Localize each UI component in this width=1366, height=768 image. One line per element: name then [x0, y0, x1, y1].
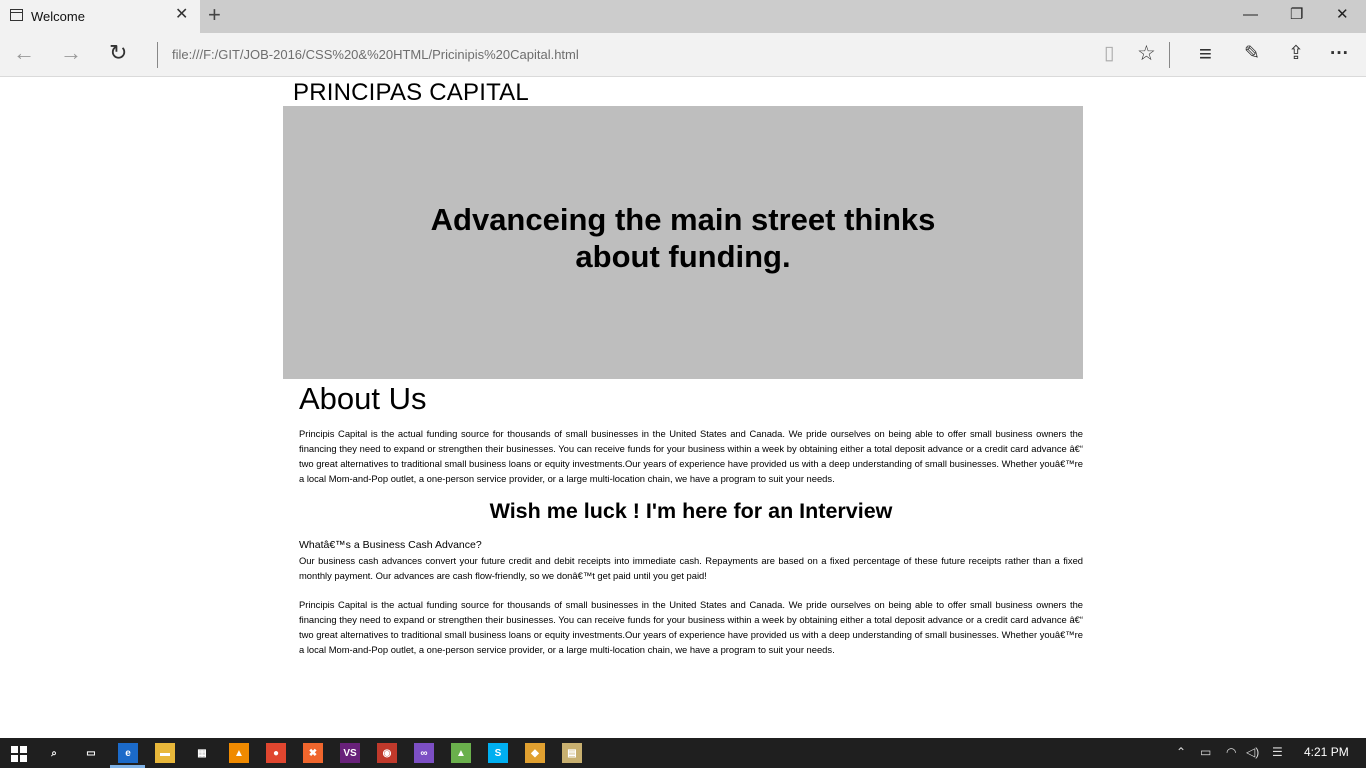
brand-title: PRINCIPAS CAPITAL	[293, 79, 529, 106]
navigation-bar: ← → ↻ file:///F:/GIT/JOB-2016/CSS%20&%20…	[0, 33, 1366, 77]
hero-title: Advanceing the main street thinks about …	[430, 201, 936, 274]
vlc-icon[interactable]: ▲	[229, 743, 249, 763]
tab-welcome[interactable]: Welcome ✕	[0, 0, 200, 33]
close-window-icon[interactable]: ✕	[1336, 6, 1349, 24]
chrome-icon[interactable]: ●	[266, 743, 286, 763]
skype-icon[interactable]: S	[488, 743, 508, 763]
more-icon[interactable]: ···	[1330, 43, 1349, 65]
tab-bar: Welcome ✕ + — ❐ ✕	[0, 0, 1366, 33]
notepad-icon[interactable]: ▤	[562, 743, 582, 763]
address-separator	[157, 42, 158, 68]
tab-title: Welcome	[31, 9, 85, 24]
volume-icon[interactable]: ◁)	[1246, 745, 1259, 759]
about-paragraph: Principis Capital is the actual funding …	[299, 428, 1083, 484]
hub-icon[interactable]: ≡	[1199, 43, 1212, 65]
battery-icon[interactable]: ▭	[1200, 745, 1211, 759]
xampp-icon[interactable]: ✖	[303, 743, 323, 763]
address-bar[interactable]: file:///F:/GIT/JOB-2016/CSS%20&%20HTML/P…	[172, 47, 579, 62]
reading-view-icon[interactable]: ▯	[1104, 43, 1114, 65]
toolbar-separator	[1169, 42, 1170, 68]
store-icon[interactable]: ▦	[192, 743, 212, 763]
file-explorer-icon[interactable]: ▬	[155, 743, 175, 763]
hero-banner: Advanceing the main street thinks about …	[283, 106, 1083, 379]
notifications-icon[interactable]: ☰	[1272, 745, 1283, 759]
task-view-icon[interactable]: ▭	[81, 743, 101, 763]
app-red-icon[interactable]: ◉	[377, 743, 397, 763]
sourcetree-icon[interactable]: ◆	[525, 743, 545, 763]
back-icon[interactable]: ←	[13, 42, 35, 64]
interview-heading: Wish me luck ! I'm here for an Interview	[489, 499, 893, 523]
start-windows-icon[interactable]	[11, 746, 27, 762]
refresh-icon[interactable]: ↻	[109, 42, 127, 64]
visual-studio-icon[interactable]: ∞	[414, 743, 434, 763]
search-icon[interactable]: ⌕	[44, 743, 64, 763]
wifi-icon[interactable]: ◠	[1226, 745, 1236, 759]
edge-icon[interactable]: e	[118, 743, 138, 763]
restore-icon[interactable]: ❐	[1290, 6, 1303, 24]
taskbar: ⌕ ▭ e ▬ ▦ ▲ ● ✖ VS ◉ ∞ ▲ S ◆ ▤ ⌃ ▭ ◠ ◁) ☰ 4:21 PM	[0, 738, 1366, 768]
favorite-star-icon[interactable]: ☆	[1137, 43, 1156, 65]
web-note-icon[interactable]: ✎	[1244, 43, 1260, 65]
vs-icon[interactable]: VS	[340, 743, 360, 763]
forward-icon[interactable]: →	[60, 42, 82, 64]
cash-advance-title: Whatâ€™s a Business Cash Advance?	[299, 539, 482, 551]
cash-advance-paragraph: Our business cash advances convert your …	[299, 555, 1083, 581]
new-tab-icon[interactable]: +	[208, 4, 221, 26]
page-content: PRINCIPAS CAPITAL Advanceing the main st…	[0, 77, 1366, 738]
minimize-icon[interactable]: —	[1243, 6, 1258, 24]
android-icon[interactable]: ▲	[451, 743, 471, 763]
page-icon	[10, 9, 23, 21]
clock[interactable]: 4:21 PM	[1304, 745, 1349, 759]
tray-chevron-icon[interactable]: ⌃	[1176, 745, 1186, 759]
about-paragraph-repeat: Principis Capital is the actual funding …	[299, 599, 1083, 655]
share-icon[interactable]: ⇪	[1288, 43, 1304, 65]
about-title: About Us	[299, 381, 427, 416]
tab-close-icon[interactable]: ✕	[175, 7, 188, 23]
